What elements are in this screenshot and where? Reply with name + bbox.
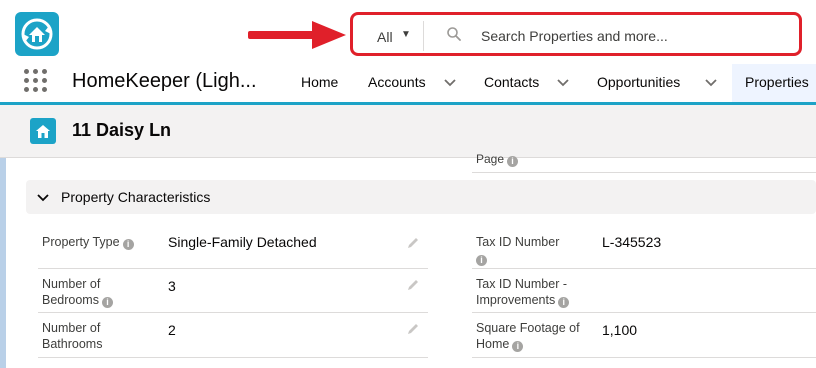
field-number-of-bathrooms: Number of Bathrooms 2 [38, 314, 428, 358]
scroll-edge [0, 158, 6, 368]
nav-item-home[interactable]: Home [301, 64, 351, 102]
global-header: All ▼ [0, 0, 816, 64]
nav-item-label: Opportunities [597, 74, 681, 90]
nav-item-label: Contacts [484, 74, 540, 90]
field-label: Tax ID Number i [476, 234, 559, 266]
field-label-text: Number of [42, 277, 101, 291]
info-icon[interactable]: i [512, 341, 524, 352]
field-value: 1,100 [602, 322, 638, 338]
field-property-type: Property Type i Single-Family Detached [38, 228, 428, 269]
field-square-footage-of-home: Square Footage of Home i 1,100 [472, 314, 816, 358]
nav-item-label: Accounts [368, 74, 426, 90]
field-label: Tax ID Number - Improvements i [476, 276, 570, 308]
field-label-text: Tax ID Number - [476, 277, 567, 291]
search-icon [447, 27, 461, 41]
field-label-text: Number of [42, 321, 101, 335]
chevron-down-icon[interactable] [556, 75, 570, 89]
nav-item-accounts[interactable]: Accounts [368, 64, 464, 102]
field-label-text: Bathrooms [42, 337, 103, 351]
home-icon [30, 118, 56, 144]
divider [472, 268, 816, 269]
field-number-of-bedrooms: Number of Bedrooms i 3 [38, 270, 428, 314]
nav-item-contacts[interactable]: Contacts [484, 64, 578, 102]
search-input[interactable] [479, 23, 793, 49]
field-label-text: Tax ID Number [476, 235, 560, 249]
field-value: 3 [168, 278, 176, 294]
divider [38, 268, 428, 269]
record-header: 11 Daisy Ln [0, 105, 816, 158]
field-label: Property Type i [42, 234, 134, 250]
field-value: 2 [168, 322, 176, 338]
info-icon[interactable]: i [122, 239, 134, 250]
pencil-icon[interactable] [406, 278, 420, 292]
record-title: 11 Daisy Ln [72, 120, 172, 140]
global-search: All ▼ [350, 12, 802, 56]
field-label-text: Bedrooms [42, 293, 99, 307]
field-tax-id-number-improvements: Tax ID Number - Improvements i [472, 270, 816, 314]
field-label: Number of Bathrooms [42, 320, 102, 352]
app-nav-bar: HomeKeeper (Ligh... Home Accounts Contac… [0, 64, 816, 105]
nav-item-label: Home [301, 74, 339, 90]
chevron-down-icon[interactable] [704, 75, 718, 89]
divider [38, 312, 428, 313]
field-value: L-345523 [602, 234, 662, 250]
field-label-fragment: Page i [476, 152, 519, 167]
divider [38, 357, 428, 358]
field-label: Number of Bedrooms i [42, 276, 113, 308]
caret-down-icon: ▼ [401, 29, 411, 40]
nav-item-label: Properties [745, 74, 809, 90]
record-detail: Page i Property Characteristics Property … [0, 152, 816, 368]
divider [472, 312, 816, 313]
info-icon[interactable]: i [507, 156, 519, 167]
field-tax-id-number: Tax ID Number i L-345523 [472, 228, 816, 269]
search-scope-label: All [377, 29, 393, 45]
field-value: Single-Family Detached [168, 234, 317, 250]
nav-item-properties[interactable]: Properties [732, 64, 816, 105]
app-name: HomeKeeper (Ligh... [72, 70, 257, 92]
field-label-text: Improvements [476, 293, 556, 307]
search-scope-dropdown[interactable]: All ▼ [363, 21, 424, 51]
divider [472, 357, 816, 358]
field-label: Square Footage of Home i [476, 320, 580, 352]
section-header-property-characteristics[interactable]: Property Characteristics [26, 180, 816, 214]
app-launcher-icon[interactable] [24, 69, 48, 93]
divider [472, 172, 816, 173]
info-icon[interactable]: i [558, 297, 570, 308]
field-label-text: Square Footage of [476, 321, 580, 335]
info-icon[interactable]: i [101, 297, 113, 308]
nav-item-opportunities[interactable]: Opportunities [597, 64, 725, 102]
info-icon[interactable]: i [476, 255, 487, 266]
field-label: Page [476, 152, 505, 166]
pencil-icon[interactable] [406, 322, 420, 336]
pencil-icon[interactable] [406, 236, 420, 250]
annotation-arrow-icon [248, 21, 346, 49]
field-label-text: Property Type [42, 235, 120, 249]
section-title: Property Characteristics [61, 189, 211, 205]
chevron-down-icon [37, 194, 49, 202]
app-logo-icon[interactable] [15, 12, 59, 56]
field-label-text: Home [476, 337, 510, 351]
chevron-down-icon[interactable] [443, 75, 457, 89]
